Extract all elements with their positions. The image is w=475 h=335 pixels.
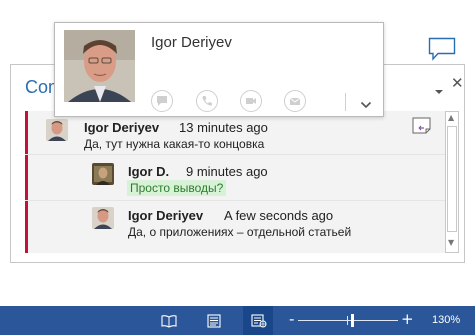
comment-author[interactable]: Igor Deriyev — [84, 120, 159, 135]
video-call-icon[interactable] — [240, 90, 262, 112]
close-icon[interactable]: ✕ — [451, 75, 464, 91]
comment-text[interactable]: Просто выводы? — [127, 180, 227, 196]
status-bar: - + 130% — [0, 306, 475, 335]
comment-bubble-icon[interactable] — [428, 37, 456, 61]
scroll-down-arrow-icon[interactable]: ▼ — [448, 239, 454, 247]
zoom-in-button[interactable]: + — [401, 311, 414, 327]
comment-text[interactable]: Да, о приложениях – отдельной статьей — [128, 225, 351, 239]
comment-author[interactable]: Igor D. — [128, 164, 169, 179]
divider — [25, 200, 445, 201]
comment-time: 13 minutes ago — [179, 120, 268, 135]
zoom-slider-center-tick — [347, 316, 348, 325]
email-icon[interactable] — [284, 90, 306, 112]
contact-card: Igor Deriyev — [54, 22, 384, 117]
expand-card-icon[interactable] — [360, 95, 372, 109]
comment-text[interactable]: Да, тут нужна какая-то концовка — [84, 137, 264, 151]
comment-time: A few seconds ago — [224, 208, 334, 223]
zoom-slider[interactable] — [298, 320, 398, 321]
avatar — [92, 163, 114, 185]
reply-icon[interactable] — [412, 117, 432, 134]
divider — [345, 93, 346, 111]
phone-icon[interactable] — [196, 90, 218, 112]
divider — [25, 154, 445, 155]
scroll-up-arrow-icon[interactable]: ▲ — [448, 114, 454, 122]
avatar — [46, 119, 68, 141]
zoom-slider-thumb[interactable] — [351, 314, 354, 327]
web-layout-button[interactable] — [243, 306, 273, 335]
zoom-level[interactable]: 130% — [432, 314, 460, 326]
print-layout-icon[interactable] — [206, 313, 222, 328]
contact-photo — [64, 30, 135, 102]
web-layout-icon — [251, 313, 267, 328]
instant-message-icon[interactable] — [151, 90, 173, 112]
comment-author[interactable]: Igor Deriyev — [128, 208, 203, 223]
comment-time: 9 minutes ago — [186, 164, 268, 179]
contact-name: Igor Deriyev — [151, 34, 232, 51]
scrollbar[interactable]: ▲ ▼ — [445, 111, 459, 253]
avatar — [92, 207, 114, 229]
read-mode-icon[interactable] — [161, 313, 177, 328]
pane-menu-icon[interactable] — [434, 81, 444, 94]
scrollbar-thumb[interactable] — [447, 126, 457, 232]
zoom-out-button[interactable]: - — [289, 311, 294, 327]
